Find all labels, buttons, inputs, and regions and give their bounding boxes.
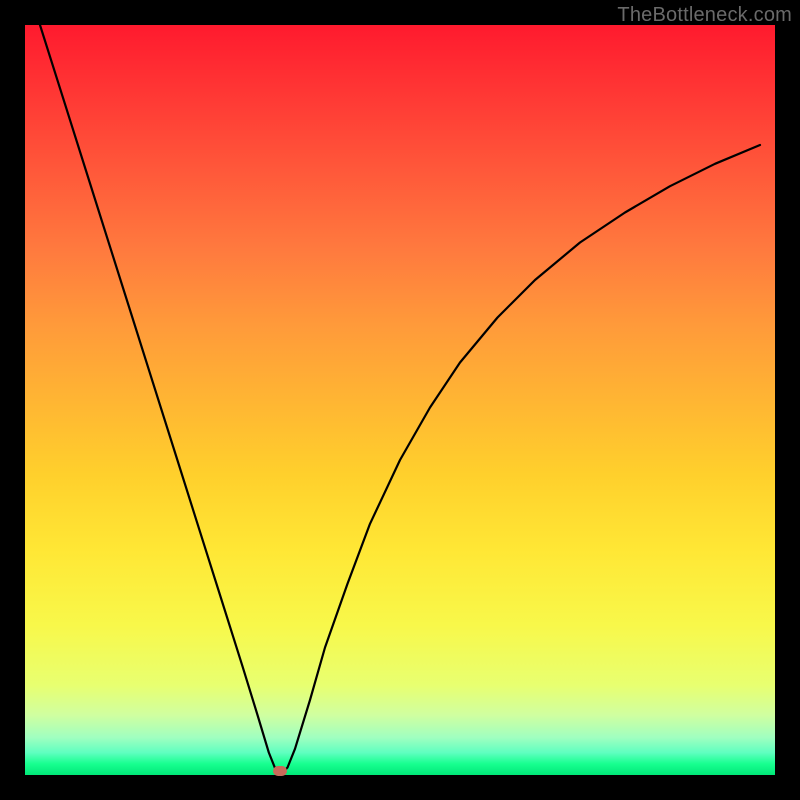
plot-background bbox=[25, 25, 775, 775]
optimal-point-marker bbox=[273, 766, 287, 776]
watermark-text: TheBottleneck.com bbox=[617, 4, 792, 27]
chart-frame: TheBottleneck.com bbox=[0, 0, 800, 800]
